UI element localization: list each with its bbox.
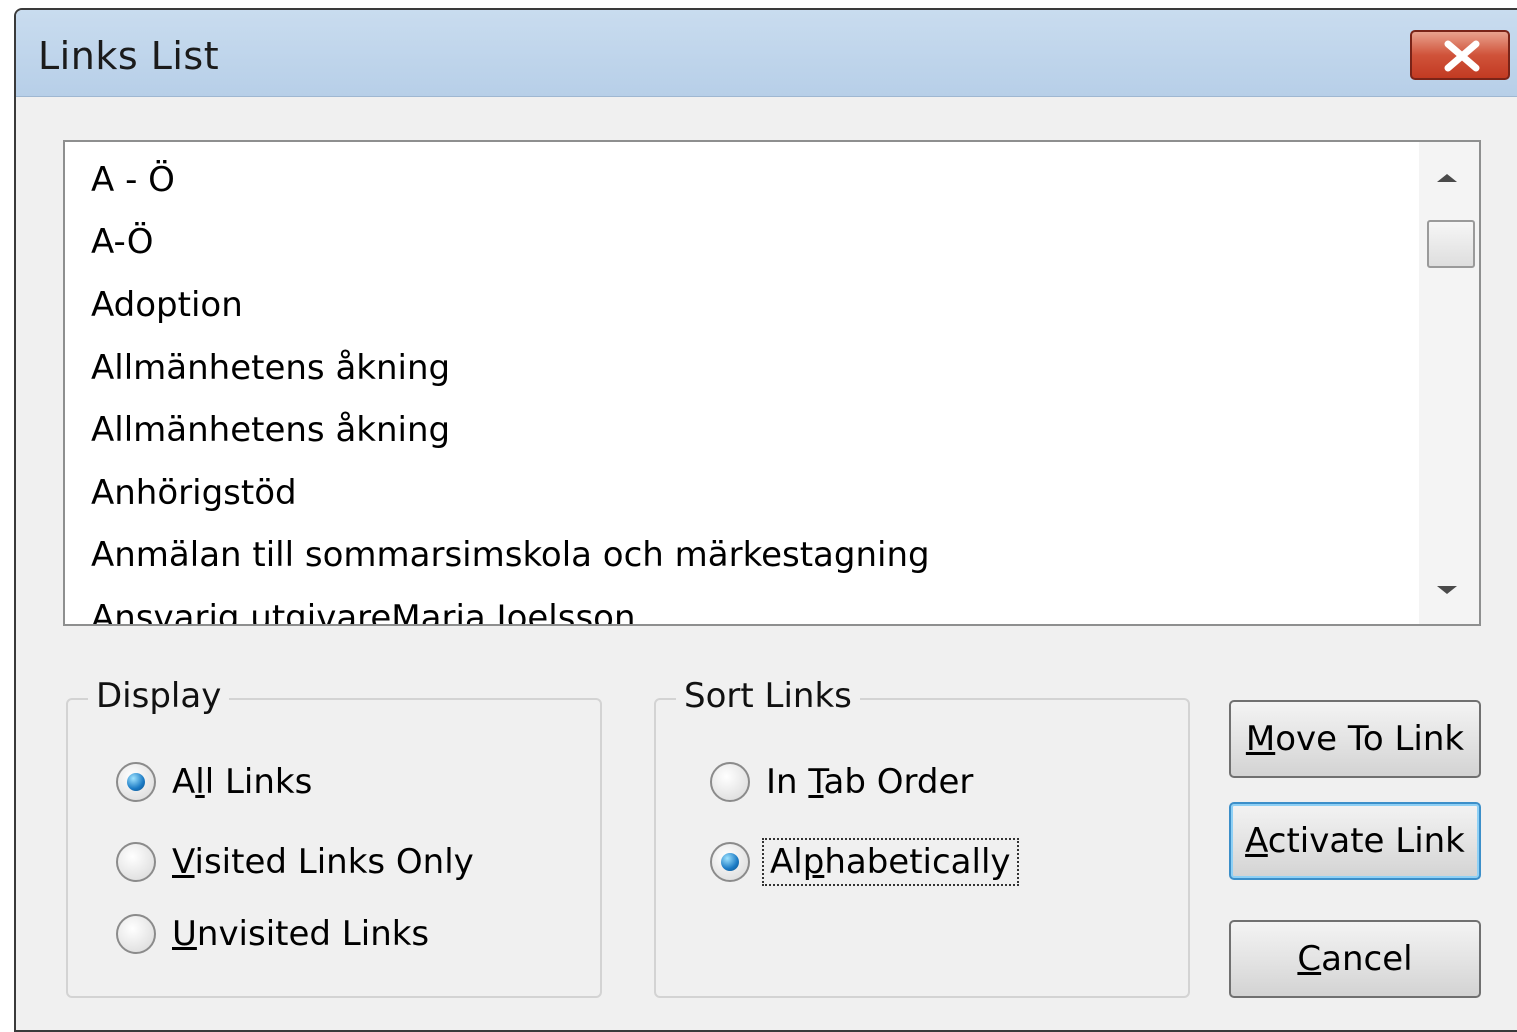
list-item[interactable]: A - Ö	[91, 160, 175, 200]
radio-button[interactable]	[116, 762, 156, 802]
dialog-title: Links List	[38, 34, 220, 78]
scroll-up-arrow-icon[interactable]	[1437, 174, 1457, 182]
close-icon	[1444, 40, 1480, 72]
title-bar[interactable]: Links List	[16, 10, 1517, 97]
radio-unvisited-links[interactable]: Unvisited Links	[116, 912, 429, 956]
display-legend: Display	[88, 676, 230, 716]
list-scrollbar[interactable]	[1419, 142, 1479, 624]
radio-label: Unvisited Links	[172, 914, 430, 954]
sort-links-legend: Sort Links	[676, 676, 860, 716]
radio-label: All Links	[172, 762, 313, 802]
scroll-thumb[interactable]	[1427, 220, 1475, 268]
list-item[interactable]: A-Ö	[91, 222, 154, 262]
display-group: Display All Links Visited Links Only Unv…	[66, 676, 602, 998]
links-listbox[interactable]: A - Ö A-Ö Adoption Allmänhetens åkning A…	[63, 140, 1481, 626]
close-button[interactable]	[1410, 30, 1510, 80]
cancel-button[interactable]: Cancel	[1229, 920, 1481, 998]
radio-button[interactable]	[710, 842, 750, 882]
list-item[interactable]: Allmänhetens åkning	[91, 410, 450, 450]
scroll-down-arrow-icon[interactable]	[1437, 586, 1457, 594]
list-item[interactable]: Adoption	[91, 285, 243, 325]
move-to-link-button[interactable]: Move To Link	[1229, 700, 1481, 778]
radio-in-tab-order[interactable]: In Tab Order	[710, 760, 973, 804]
list-item[interactable]: Anmälan till sommarsimskola och märkesta…	[91, 535, 930, 575]
radio-label: Alphabetically	[762, 838, 1019, 886]
radio-button[interactable]	[116, 842, 156, 882]
links-list-dialog: Links List A - Ö A-Ö Adoption Allmänhete…	[14, 8, 1517, 1032]
radio-all-links[interactable]: All Links	[116, 760, 312, 804]
sort-links-group: Sort Links In Tab Order Alphabetically	[654, 676, 1190, 998]
radio-visited-links-only[interactable]: Visited Links Only	[116, 840, 474, 884]
list-item[interactable]: Allmänhetens åkning	[91, 348, 450, 388]
radio-button[interactable]	[710, 762, 750, 802]
list-item[interactable]: Anhörigstöd	[91, 473, 297, 513]
radio-label: In Tab Order	[766, 762, 974, 802]
activate-link-button[interactable]: Activate Link	[1229, 802, 1481, 880]
list-item[interactable]: Ansvarig utgivareMaria Joelsson	[91, 598, 636, 624]
radio-button[interactable]	[116, 914, 156, 954]
radio-alphabetically[interactable]: Alphabetically	[710, 838, 1019, 886]
radio-label: Visited Links Only	[172, 842, 474, 882]
